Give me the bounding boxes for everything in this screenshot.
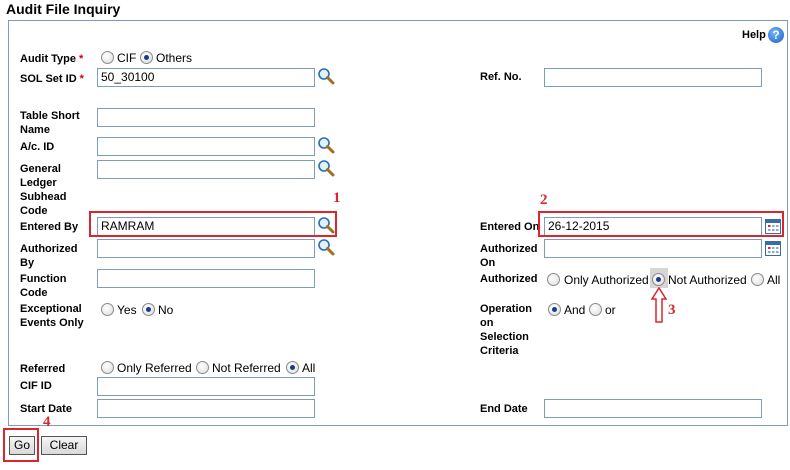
annotation-number-3: 3 <box>668 302 676 318</box>
audit-type-cif-label: CIF <box>117 51 137 65</box>
function-code-input[interactable] <box>97 269 315 288</box>
help-link[interactable]: Help <box>742 29 766 41</box>
ac-id-label: A/c. ID <box>20 141 55 153</box>
referred-not-label: Not Referred <box>212 361 281 375</box>
authorized-all-radio[interactable] <box>751 273 764 286</box>
referred-not-radio[interactable] <box>196 361 209 374</box>
referred-all-label: All <box>302 361 316 375</box>
annotation-box-go <box>3 428 39 462</box>
authorized-label: Authorized <box>480 273 538 285</box>
authorized-not-radio[interactable] <box>652 273 665 286</box>
ac-id-input[interactable] <box>97 137 315 156</box>
authorized-on-label: Authorized On <box>480 243 538 269</box>
function-code-label: Function Code <box>20 273 67 299</box>
annotation-number-1: 1 <box>333 190 341 206</box>
table-short-name-input[interactable] <box>97 108 315 127</box>
authorized-all-label: All <box>767 273 781 287</box>
start-date-input[interactable] <box>97 399 315 418</box>
exceptional-events-label: Exceptional Events Only <box>20 303 84 329</box>
authorized-on-input[interactable] <box>544 239 762 258</box>
operation-or-label: or <box>605 303 616 317</box>
sol-set-id-search-icon[interactable] <box>317 67 335 85</box>
exceptional-yes-label: Yes <box>117 303 137 317</box>
table-short-name-label: Table Short Name <box>20 110 80 136</box>
gl-subhead-search-icon[interactable] <box>317 159 335 177</box>
audit-type-others-radio[interactable] <box>140 51 153 64</box>
authorized-by-label: Authorized By <box>20 243 78 269</box>
audit-type-cif-radio[interactable] <box>101 51 114 64</box>
operation-and-radio[interactable] <box>548 303 561 316</box>
audit-type-others-label: Others <box>156 51 193 65</box>
authorized-by-search-icon[interactable] <box>317 238 335 256</box>
exceptional-no-radio[interactable] <box>142 303 155 316</box>
annotation-number-4: 4 <box>43 414 51 430</box>
referred-only-radio[interactable] <box>101 361 114 374</box>
clear-button[interactable]: Clear <box>41 436 87 455</box>
annotation-box-entered-on <box>538 211 784 237</box>
end-date-input[interactable] <box>544 399 762 418</box>
operation-criteria-label: Operation on Selection Criteria <box>480 303 532 357</box>
end-date-label: End Date <box>480 403 528 415</box>
entered-by-label: Entered By <box>20 221 79 233</box>
referred-label: Referred <box>20 363 66 375</box>
referred-only-label: Only Referred <box>117 361 192 375</box>
exceptional-no-label: No <box>158 303 174 317</box>
authorized-not-label: Not Authorized <box>668 273 747 287</box>
operation-and-label: And <box>564 303 586 317</box>
ac-id-search-icon[interactable] <box>317 136 335 154</box>
annotation-number-2: 2 <box>540 192 548 208</box>
sol-set-id-label: SOL Set ID * <box>20 73 84 85</box>
sol-set-id-input[interactable]: 50_30100 <box>97 68 315 87</box>
audit-type-label: Audit Type * <box>20 53 84 65</box>
annotation-arrow-up-icon <box>651 287 667 323</box>
authorized-only-label: Only Authorized <box>564 273 649 287</box>
authorized-on-calendar-icon[interactable] <box>764 239 782 257</box>
ref-no-label: Ref. No. <box>480 71 522 83</box>
exceptional-yes-radio[interactable] <box>101 303 114 316</box>
referred-all-radio[interactable] <box>286 361 299 374</box>
authorized-only-radio[interactable] <box>547 273 560 286</box>
cif-id-input[interactable] <box>97 377 315 396</box>
annotation-box-entered-by <box>89 211 337 237</box>
operation-or-radio[interactable] <box>589 303 602 316</box>
ref-no-input[interactable] <box>544 68 762 87</box>
entered-on-label: Entered On <box>480 221 540 233</box>
authorized-by-input[interactable] <box>97 239 315 258</box>
gl-subhead-code-input[interactable] <box>97 160 315 179</box>
help-icon[interactable]: ? <box>768 27 784 43</box>
cif-id-label: CIF ID <box>20 380 52 392</box>
gl-subhead-code-label: General Ledger Subhead Code <box>20 163 67 217</box>
page-title: Audit File Inquiry <box>6 1 121 17</box>
